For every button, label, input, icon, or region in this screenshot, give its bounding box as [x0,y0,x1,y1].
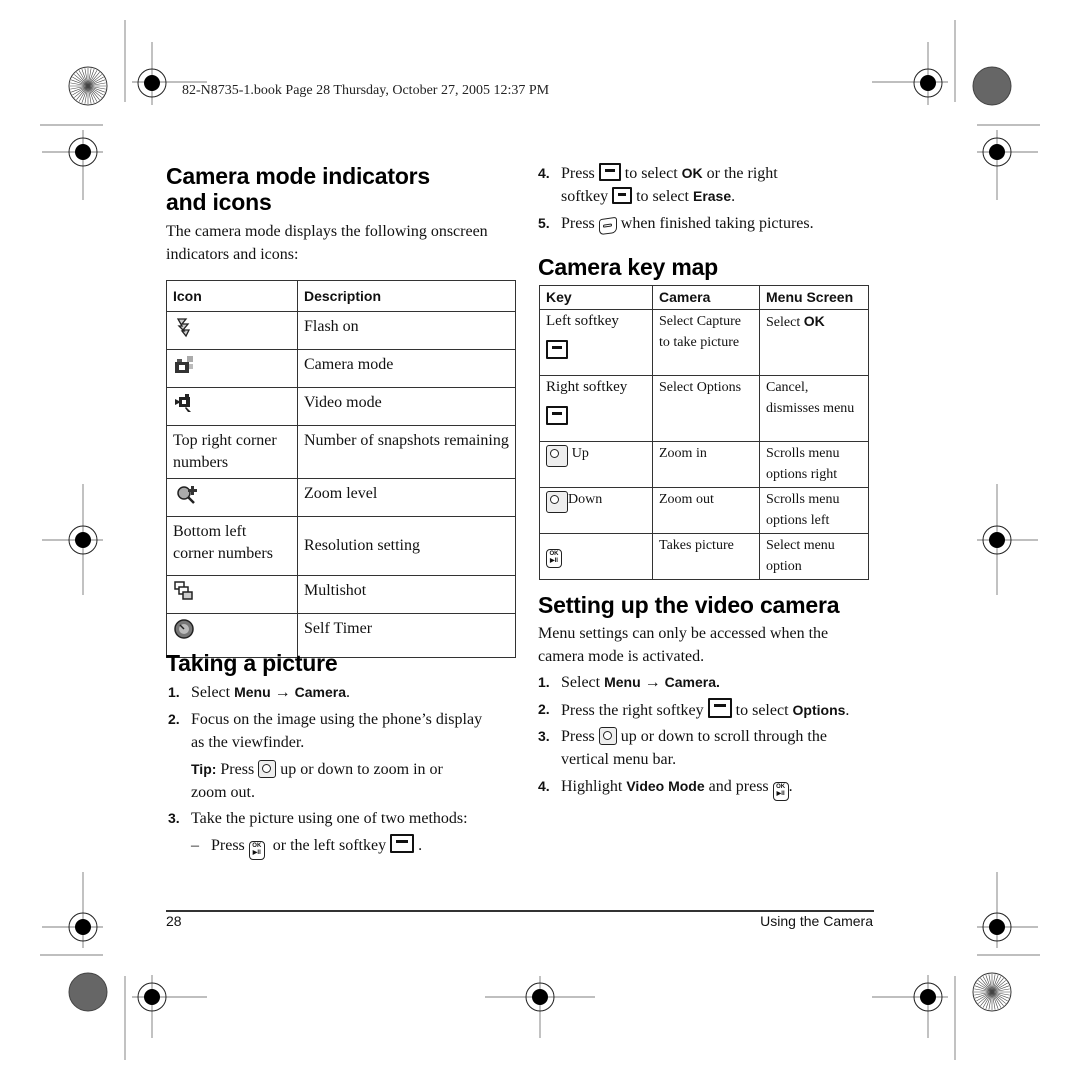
camera-cell: Takes picture [652,533,760,580]
description-cell: Resolution setting [297,516,516,576]
tip: Tip: Press up or down to zoom in or zoom… [191,760,443,801]
end-key-icon [598,216,617,236]
section-title-taking-picture: Taking a picture [166,650,338,676]
icon-text-cell: Bottom left corner numbers [166,516,298,576]
step-5: 5. Press when finished taking pictures. [538,212,878,236]
key-cell: Right softkey [546,379,628,395]
section-title-video-setup: Setting up the video camera [538,592,840,618]
table-row: Multishot [166,575,516,614]
zoom-level-icon [177,486,197,504]
video-setup-intro: Menu settings can only be accessed when … [538,625,829,665]
description-cell: Video mode [297,387,516,426]
table-row: Down Zoom out Scrolls menu options left [539,487,869,534]
table-row: OK ▶II Takes picture Select menu option [539,533,869,580]
right-softkey-icon [612,187,633,204]
nav-key-icon [546,491,568,513]
table-row: Right softkey Select Options Cancel, dis… [539,375,869,442]
nav-key-icon [258,760,277,778]
column-header-description: Description [297,280,516,312]
description-cell: Camera mode [297,349,516,388]
left-softkey-icon [546,340,568,359]
starburst-icon [68,66,108,106]
page-number: 28 [166,913,182,929]
video-step-4: 4. Highlight Video Mode and press OK ▶II. [538,775,878,801]
left-softkey-icon [390,834,415,853]
video-mode-icon [175,394,191,412]
column-header-menu-screen: Menu Screen [759,285,869,310]
starburst-icon [972,972,1012,1012]
menu-cell: Scrolls menu options left [759,487,869,534]
column-header-camera: Camera [652,285,760,310]
print-header: 82-N8735-1.book Page 28 Thursday, Octobe… [182,83,550,98]
description-cell: Zoom level [297,478,516,517]
camera-cell: Zoom out [652,487,760,534]
menu-cell: Cancel, dismisses menu [759,375,869,442]
gray-target-icon [972,66,1012,106]
video-step-1: 1. Select Menu → Camera. [538,674,720,691]
footer-section: Using the Camera [760,913,873,929]
section-title-key-map: Camera key map [538,254,719,280]
table-row: Zoom level [166,478,516,517]
table-row: Top right corner numbers Number of snaps… [166,425,516,479]
menu-cell: Scrolls menu options right [759,441,869,488]
nav-key-icon [598,727,617,745]
table-row: Camera mode [166,349,516,388]
step-1: 1. Select Menu → Camera. [168,684,351,701]
column-header-icon: Icon [166,280,298,312]
video-step-3: 3. Press up or down to scroll through th… [538,727,827,768]
ok-key-icon: OK ▶II [546,549,562,568]
table-row: Up Zoom in Scrolls menu options right [539,441,869,488]
ok-key-icon: OK ▶II [772,782,789,801]
indicators-table: Icon Description Flash on Camera mode Vi… [166,280,516,658]
camera-cell: Select Capture to take picture [652,309,760,376]
right-softkey-icon [707,698,732,718]
table-row: Video mode [166,387,516,426]
step-3: 3. Take the picture using one of two met… [168,810,468,827]
table-row: Bottom left corner numbers Resolution se… [166,516,516,576]
camera-cell: Zoom in [652,441,760,488]
video-step-2: 2. Press the right softkey to select Opt… [538,698,883,722]
method-item: – Press OK ▶II or the left softkey . [191,834,511,860]
indicators-intro: The camera mode displays the following o… [166,223,488,263]
menu-cell: Select menu option [759,533,869,580]
column-header-key: Key [539,285,653,310]
table-header-row: Key Camera Menu Screen [539,285,869,310]
left-softkey-icon [598,163,621,181]
footer-rule [166,910,874,912]
description-cell: Flash on [297,311,516,350]
table-header-row: Icon Description [166,280,516,312]
ok-key-icon: OK ▶II [248,841,265,860]
nav-key-icon [546,445,568,467]
table-row: Left softkey Select Capture to take pict… [539,309,869,376]
key-cell: Up [571,446,589,461]
flash-icon [176,318,191,338]
camera-cell: Select Options [652,375,760,442]
table-row: Flash on [166,311,516,350]
right-softkey-icon [546,406,568,425]
key-map-table: Key Camera Menu Screen Left softkey Sele… [539,285,869,580]
self-timer-icon [174,619,194,639]
key-cell: Down [568,492,603,507]
camera-mode-icon [175,356,193,373]
icon-text-cell: Top right corner numbers [166,425,298,479]
step-4: 4. Press to select OK or the right softk… [538,163,778,205]
step-2: 2. Focus on the image using the phone’s … [168,711,483,751]
section-title-indicators: Camera mode indicators and icons [166,163,431,215]
description-cell: Number of snapshots remaining [297,425,516,479]
menu-cell: Select OK [759,309,869,376]
key-cell: Left softkey [546,313,619,329]
multishot-icon [174,581,193,600]
description-cell: Multishot [297,575,516,614]
